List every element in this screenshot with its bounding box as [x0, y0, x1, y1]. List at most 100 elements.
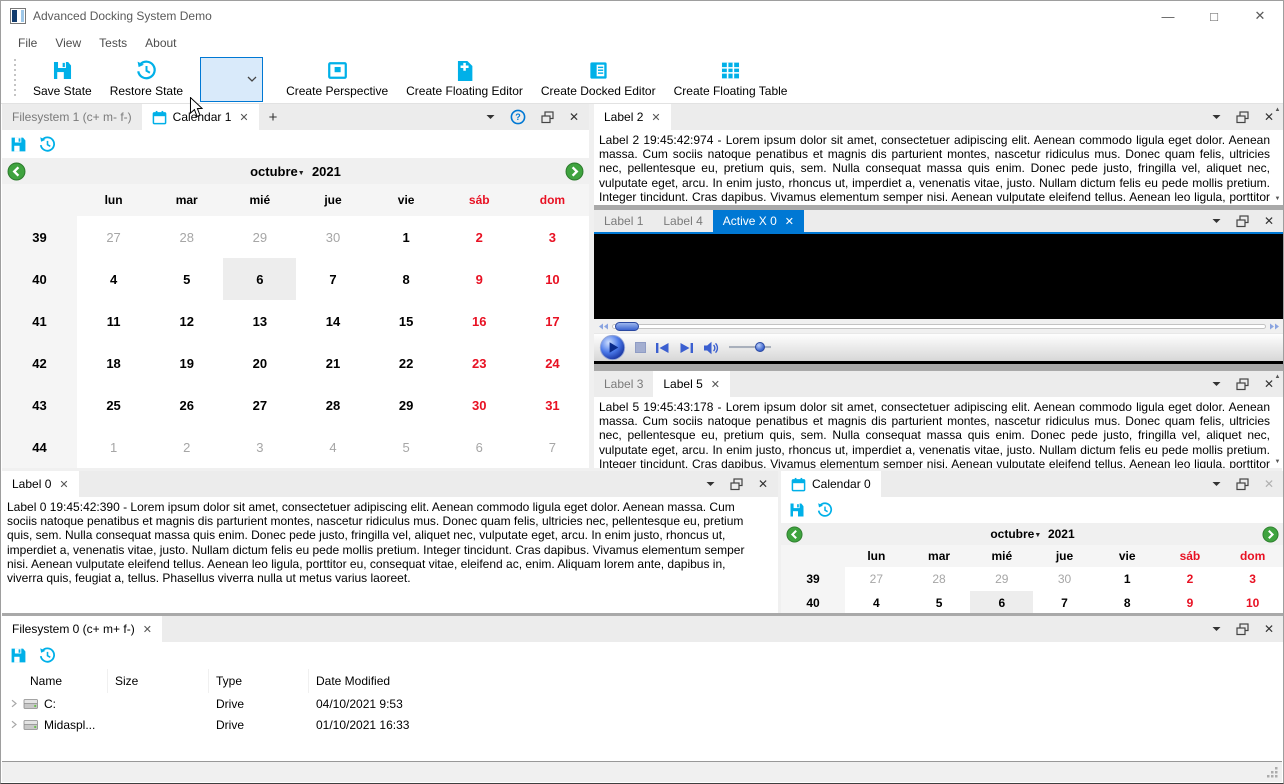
tab-label5-close-icon[interactable]: ✕: [711, 378, 720, 391]
tab-filesystem0[interactable]: Filesystem 0 (c+ m+ f-) ✕: [2, 616, 162, 642]
close-panel-icon[interactable]: ✕: [1264, 622, 1274, 636]
create-perspective-button[interactable]: Create Perspective: [277, 58, 397, 100]
calendar-day-cell[interactable]: 39: [2, 216, 77, 258]
column-header-size[interactable]: Size: [108, 669, 209, 693]
tab-label3[interactable]: Label 3: [594, 371, 653, 397]
seek-slider-thumb[interactable]: [615, 321, 639, 331]
calendar-day-cell[interactable]: 1: [77, 426, 150, 468]
tab-activex0[interactable]: Active X 0 ✕: [712, 210, 804, 232]
calendar-day-cell[interactable]: 41: [2, 300, 77, 342]
stop-button[interactable]: [635, 342, 646, 353]
calendar-day-cell[interactable]: 12: [150, 300, 223, 342]
float-panel-icon[interactable]: [1236, 110, 1249, 124]
volume-mute-icon[interactable]: [703, 341, 720, 355]
create-floating-table-button[interactable]: Create Floating Table: [665, 58, 797, 100]
calendar-day-cell[interactable]: 20: [223, 342, 296, 384]
table-row[interactable]: C: Drive 04/10/2021 9:53: [2, 693, 1283, 714]
float-panel-icon[interactable]: [1236, 214, 1249, 228]
calendar-day-cell[interactable]: 40: [2, 258, 77, 300]
seek-back-icon[interactable]: [598, 323, 609, 330]
prev-month-button[interactable]: [7, 162, 26, 181]
restore-icon[interactable]: [39, 647, 56, 664]
calendar-day-cell[interactable]: 29: [370, 384, 443, 426]
tab-activex0-close-icon[interactable]: ✕: [785, 215, 794, 228]
seek-forward-icon[interactable]: [1269, 323, 1280, 330]
tab-label2-close-icon[interactable]: ✕: [651, 111, 660, 124]
next-button[interactable]: [679, 342, 694, 354]
calendar-day-cell[interactable]: 8: [370, 258, 443, 300]
calendar-day-cell[interactable]: 4: [77, 258, 150, 300]
calendar-day-cell[interactable]: 28: [908, 567, 971, 591]
close-panel-icon[interactable]: ✕: [569, 110, 579, 124]
seek-slider[interactable]: [612, 321, 1266, 331]
float-panel-icon[interactable]: [1236, 377, 1249, 391]
previous-button[interactable]: [655, 342, 670, 354]
calendar-day-cell[interactable]: 21: [296, 342, 369, 384]
calendar-day-cell[interactable]: 5: [370, 426, 443, 468]
column-header-type[interactable]: Type: [209, 669, 309, 693]
calendar-day-cell[interactable]: 14: [296, 300, 369, 342]
calendar-day-cell[interactable]: 29: [970, 567, 1033, 591]
column-header-date-modified[interactable]: Date Modified: [309, 669, 1283, 693]
save-icon[interactable]: [789, 502, 805, 518]
calendar-day-cell[interactable]: 1: [1096, 567, 1159, 591]
calendar-day-cell[interactable]: 11: [77, 300, 150, 342]
create-floating-editor-button[interactable]: Create Floating Editor: [397, 58, 532, 100]
minimize-button[interactable]: —: [1145, 1, 1191, 31]
calendar-day-cell[interactable]: 31: [516, 384, 589, 426]
save-icon[interactable]: [10, 136, 27, 153]
calendar-day-cell[interactable]: 22: [370, 342, 443, 384]
panel-menu-icon[interactable]: [1212, 381, 1221, 387]
calendar-day-cell[interactable]: 3: [516, 216, 589, 258]
calendar-day-cell[interactable]: 19: [150, 342, 223, 384]
help-icon[interactable]: ?: [510, 109, 526, 125]
calendar-day-cell[interactable]: 30: [296, 216, 369, 258]
tab-calendar0[interactable]: Calendar 0: [781, 471, 881, 497]
calendar-day-cell[interactable]: 3: [223, 426, 296, 468]
float-panel-icon[interactable]: [541, 110, 554, 124]
calendar-day-cell[interactable]: 6: [443, 426, 516, 468]
calendar-day-cell[interactable]: 43: [2, 384, 77, 426]
float-panel-icon[interactable]: [1236, 477, 1249, 491]
expand-chevron-icon[interactable]: [10, 720, 18, 729]
tab-filesystem0-close-icon[interactable]: ✕: [143, 623, 152, 636]
tab-label0-close-icon[interactable]: ✕: [59, 478, 68, 491]
create-docked-editor-button[interactable]: Create Docked Editor: [532, 58, 665, 100]
expand-chevron-icon[interactable]: [10, 699, 18, 708]
close-button[interactable]: ✕: [1237, 1, 1283, 31]
close-panel-icon[interactable]: ✕: [1264, 477, 1274, 491]
menu-tests[interactable]: Tests: [90, 36, 136, 50]
volume-slider[interactable]: [729, 342, 771, 352]
resize-grip[interactable]: [1265, 765, 1279, 779]
calendar-day-cell[interactable]: 4: [296, 426, 369, 468]
save-icon[interactable]: [10, 647, 27, 664]
volume-slider-thumb[interactable]: [755, 342, 765, 352]
calendar-day-cell[interactable]: 7: [296, 258, 369, 300]
float-panel-icon[interactable]: [730, 477, 743, 491]
panel-menu-icon[interactable]: [706, 481, 715, 487]
calendar-day-cell[interactable]: 13: [223, 300, 296, 342]
maximize-button[interactable]: □: [1191, 1, 1237, 31]
calendar-day-cell[interactable]: 7: [1033, 591, 1096, 613]
calendar-day-cell[interactable]: 2: [150, 426, 223, 468]
panel-menu-icon[interactable]: [1212, 114, 1221, 120]
calendar-year[interactable]: 2021: [312, 164, 341, 179]
panel-menu-icon[interactable]: [486, 114, 495, 120]
calendar-day-cell[interactable]: 26: [150, 384, 223, 426]
menu-file[interactable]: File: [9, 36, 46, 50]
calendar-day-cell[interactable]: 29: [223, 216, 296, 258]
toolbar-drag-handle[interactable]: [13, 59, 16, 99]
calendar-day-cell[interactable]: 5: [150, 258, 223, 300]
calendar-day-cell[interactable]: 28: [150, 216, 223, 258]
calendar-day-cell[interactable]: 18: [77, 342, 150, 384]
tab-label2[interactable]: Label 2 ✕: [594, 104, 671, 130]
menu-about[interactable]: About: [136, 36, 185, 50]
tab-label1[interactable]: Label 1: [594, 210, 653, 232]
calendar-day-cell[interactable]: 3: [1221, 567, 1283, 591]
panel-menu-icon[interactable]: [1212, 481, 1221, 487]
calendar-day-cell[interactable]: 39: [781, 567, 845, 591]
calendar-day-cell[interactable]: 10: [1221, 591, 1283, 613]
calendar-day-cell[interactable]: 6: [970, 591, 1034, 613]
play-button[interactable]: [599, 334, 626, 361]
calendar-day-cell[interactable]: 8: [1096, 591, 1159, 613]
